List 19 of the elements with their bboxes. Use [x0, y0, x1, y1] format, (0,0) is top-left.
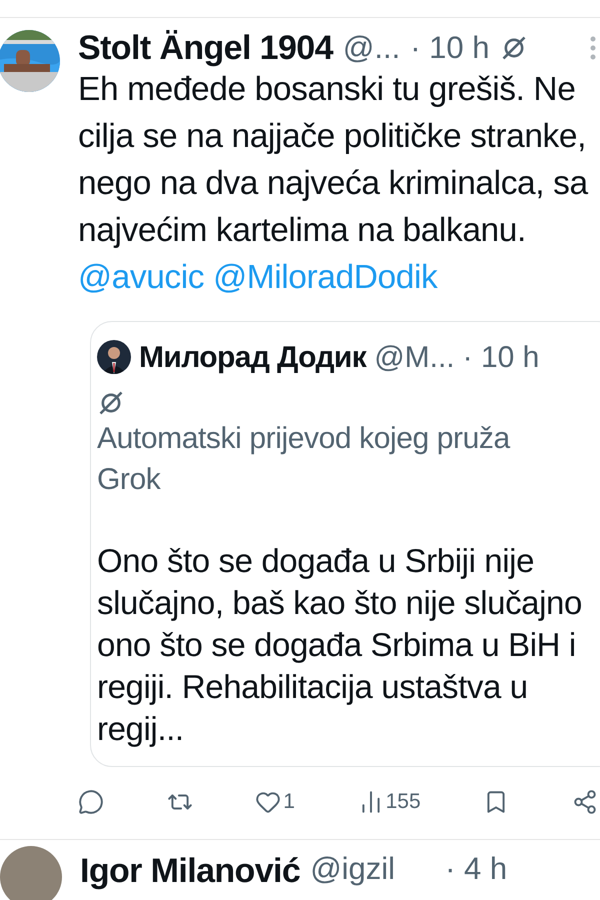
quoted-author-handle: @M... [374, 340, 455, 376]
like-action[interactable]: 1 [255, 786, 295, 818]
author-handle: @... [342, 28, 400, 67]
quoted-post-text: Ono što se događa u Srbiji nije slučajno, baš kao što nije slučajno ono što se događa Srbima u BiH i regiji. Rehabilitacija ustaštva u regij... [97, 541, 583, 749]
author-name[interactable]: Igor Milanović [80, 846, 300, 897]
quoted-post[interactable] [90, 321, 600, 767]
post-time: · 10 h [410, 28, 490, 67]
quoted-author-name[interactable]: Милорад Додик [139, 334, 366, 380]
slashed-circle-icon [97, 389, 125, 417]
quoted-post-time: · 10 h [462, 340, 540, 376]
reply-action[interactable] [78, 789, 104, 815]
avatar [0, 846, 62, 900]
author-handle: @igzil [310, 850, 396, 888]
share-action[interactable] [572, 789, 598, 815]
post-time: · 4 h [445, 850, 508, 888]
translation-note: Automatski prijevod kojeg pruža Grok [97, 421, 512, 498]
share-icon [572, 789, 598, 815]
views-action[interactable]: 155 [358, 786, 421, 818]
reply-icon [78, 789, 104, 815]
